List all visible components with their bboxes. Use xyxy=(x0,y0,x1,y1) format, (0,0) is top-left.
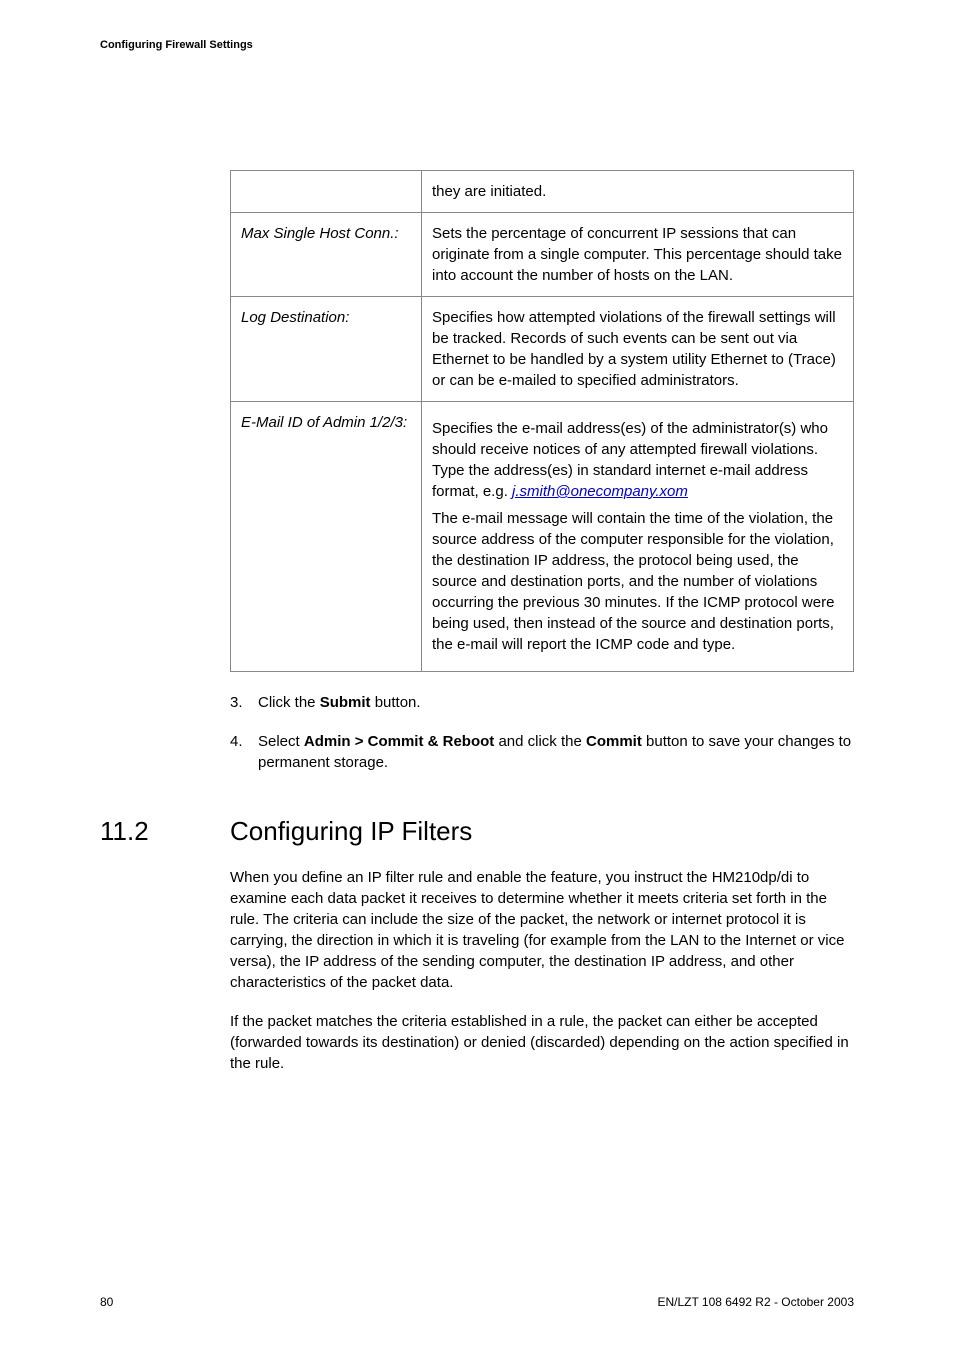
step-bold: Commit xyxy=(586,733,642,750)
email-link[interactable]: j.smith@onecompany.xom xyxy=(512,483,688,500)
step-text: Click the xyxy=(258,694,320,711)
step-text: button. xyxy=(371,694,421,711)
definitions-table: they are initiated. Max Single Host Conn… xyxy=(230,170,854,672)
table-row: Max Single Host Conn.: Sets the percenta… xyxy=(231,213,854,297)
def-text: The e-mail message will contain the time… xyxy=(432,508,843,655)
step-text: and click the xyxy=(494,733,586,750)
def-desc: they are initiated. xyxy=(422,171,854,213)
section-title: Configuring IP Filters xyxy=(230,813,472,849)
running-header: Configuring Firewall Settings xyxy=(100,38,253,53)
def-label xyxy=(231,171,422,213)
step-bold: Submit xyxy=(320,694,371,711)
table-row: E-Mail ID of Admin 1/2/3: Specifies the … xyxy=(231,402,854,672)
def-desc: Sets the percentage of concurrent IP ses… xyxy=(422,213,854,297)
step-number: 4. xyxy=(230,731,258,773)
steps-list: 3. Click the Submit button. 4. Select Ad… xyxy=(230,692,854,773)
list-item: 3. Click the Submit button. xyxy=(230,692,854,713)
step-bold: Admin > Commit & Reboot xyxy=(304,733,494,750)
def-desc: Specifies the e-mail address(es) of the … xyxy=(422,402,854,672)
step-number: 3. xyxy=(230,692,258,713)
def-label: Log Destination: xyxy=(231,297,422,402)
def-desc: Specifies how attempted violations of th… xyxy=(422,297,854,402)
list-item: 4. Select Admin > Commit & Reboot and cl… xyxy=(230,731,854,773)
doc-id: EN/LZT 108 6492 R2 - October 2003 xyxy=(657,1294,854,1311)
def-label: Max Single Host Conn.: xyxy=(231,213,422,297)
def-label: E-Mail ID of Admin 1/2/3: xyxy=(231,402,422,672)
table-row: Log Destination: Specifies how attempted… xyxy=(231,297,854,402)
table-row: they are initiated. xyxy=(231,171,854,213)
section-number: 11.2 xyxy=(100,813,230,849)
body-paragraph: When you define an IP filter rule and en… xyxy=(230,867,854,993)
page-number: 80 xyxy=(100,1294,113,1311)
step-text: Select xyxy=(258,733,304,750)
page-footer: 80 EN/LZT 108 6492 R2 - October 2003 xyxy=(100,1294,854,1311)
body-paragraph: If the packet matches the criteria estab… xyxy=(230,1011,854,1074)
